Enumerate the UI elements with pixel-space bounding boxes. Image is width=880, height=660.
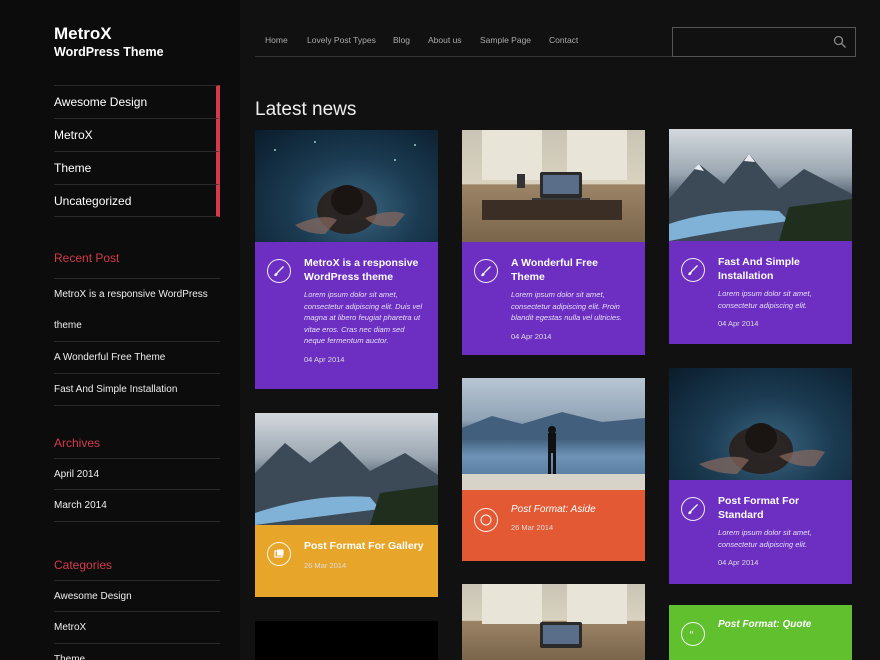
post-card-body: MetroX is a responsive WordPress theme L… (255, 242, 438, 389)
post-card[interactable]: Post Format For Standard Lorem ipsum dol… (669, 368, 852, 584)
post-card-body: Post Format For Standard Lorem ipsum dol… (669, 480, 852, 584)
brush-icon (681, 497, 705, 521)
post-card[interactable]: Fast And Simple Installation Lorem ipsum… (669, 129, 852, 344)
search-box (672, 27, 856, 57)
brush-icon (474, 259, 498, 283)
post-date: 26 Mar 2014 (304, 561, 347, 570)
brush-icon (681, 258, 705, 282)
post-card[interactable]: Post Format For Gallery 26 Mar 2014 (255, 413, 438, 597)
category-link[interactable]: Awesome Design (54, 580, 220, 612)
post-title[interactable]: Post Format: Aside (511, 504, 633, 515)
archive-link[interactable]: April 2014 (54, 458, 220, 490)
category-link[interactable]: MetroX (54, 612, 220, 644)
post-thumbnail[interactable] (255, 130, 438, 242)
post-date: 04 Apr 2014 (718, 558, 759, 567)
category-nav-item-uncategorized[interactable]: Uncategorized (54, 184, 220, 217)
recent-post-link[interactable]: Fast And Simple Installation (54, 374, 220, 406)
archives-widget: Archives April 2014 March 2014 (54, 431, 220, 522)
category-nav-item-awesome-design[interactable]: Awesome Design (54, 85, 220, 118)
post-card[interactable] (255, 621, 438, 660)
post-thumbnail[interactable] (462, 130, 645, 242)
post-date: 04 Apr 2014 (511, 331, 552, 341)
archives-title: Archives (54, 436, 101, 450)
post-card-body: “ Post Format: Quote (669, 605, 852, 660)
post-title[interactable]: Fast And Simple Installation (718, 255, 840, 283)
svg-text:“: “ (689, 630, 694, 640)
post-excerpt: Lorem ipsum dolor sit amet, consectetur … (718, 528, 812, 549)
post-thumbnail[interactable] (462, 378, 645, 490)
post-card-body: A Wonderful Free Theme Lorem ipsum dolor… (462, 242, 645, 355)
post-card-body: Post Format: Aside 26 Mar 2014 (462, 490, 645, 561)
post-date: 04 Apr 2014 (304, 354, 345, 364)
post-card[interactable]: Post Format: Aside 26 Mar 2014 (462, 378, 645, 561)
post-thumbnail[interactable] (669, 368, 852, 480)
category-nav-item-theme[interactable]: Theme (54, 151, 220, 184)
post-title[interactable]: MetroX is a responsive WordPress theme (304, 256, 426, 284)
recent-post-link[interactable]: theme (54, 309, 220, 342)
brush-icon (267, 259, 291, 283)
post-card-body: Post Format For Gallery 26 Mar 2014 (255, 525, 438, 597)
post-title[interactable]: Post Format For Standard (718, 494, 840, 522)
post-thumbnail[interactable] (462, 584, 645, 660)
search-icon[interactable] (833, 35, 847, 49)
nav-link-blog[interactable]: Blog (393, 35, 410, 45)
category-nav-item-metrox[interactable]: MetroX (54, 118, 220, 151)
nav-link-sample-page[interactable]: Sample Page (480, 35, 531, 45)
recent-post-widget: Recent Post MetroX is a responsive WordP… (54, 246, 220, 406)
site-title[interactable]: MetroX (54, 24, 164, 44)
sidebar: MetroX WordPress Theme Awesome Design Me… (0, 0, 240, 660)
category-nav: Awesome Design MetroX Theme Uncategorize… (54, 85, 220, 217)
nav-link-contact[interactable]: Contact (549, 35, 578, 45)
post-card[interactable]: MetroX is a responsive WordPress theme L… (255, 130, 438, 389)
post-title[interactable]: A Wonderful Free Theme (511, 256, 633, 284)
quote-icon: “ (681, 622, 705, 646)
search-input[interactable] (673, 28, 823, 56)
recent-post-link[interactable]: A Wonderful Free Theme (54, 342, 220, 374)
categories-widget: Categories Awesome Design MetroX Theme (54, 553, 220, 660)
post-date: 26 Mar 2014 (511, 523, 554, 532)
category-link[interactable]: Theme (54, 644, 220, 660)
post-excerpt: Lorem ipsum dolor sit amet, consectetur … (718, 289, 812, 310)
post-thumbnail[interactable] (255, 413, 438, 525)
gallery-icon (267, 542, 291, 566)
nav-link-lovely-post-types[interactable]: Lovely Post Types (307, 35, 376, 45)
post-card[interactable]: “ Post Format: Quote (669, 605, 852, 660)
site-logo[interactable]: MetroX WordPress Theme (54, 24, 164, 60)
categories-title: Categories (54, 558, 113, 572)
section-title: Latest news (255, 99, 357, 120)
nav-link-about-us[interactable]: About us (428, 35, 462, 45)
post-card[interactable]: A Wonderful Free Theme Lorem ipsum dolor… (462, 130, 645, 355)
archive-link[interactable]: March 2014 (54, 490, 220, 522)
post-excerpt: Lorem ipsum dolor sit amet, consectetur … (511, 290, 623, 322)
site-subtitle: WordPress Theme (54, 45, 164, 59)
aside-icon (474, 508, 498, 532)
post-title[interactable]: Post Format For Gallery (304, 539, 426, 553)
post-excerpt: Lorem ipsum dolor sit amet, consectetur … (304, 290, 423, 345)
recent-post-title: Recent Post (54, 251, 120, 265)
post-card[interactable] (462, 584, 645, 660)
recent-post-link[interactable]: MetroX is a responsive WordPress (54, 278, 220, 309)
post-title[interactable]: Post Format: Quote (718, 619, 840, 630)
nav-link-home[interactable]: Home (265, 35, 288, 45)
post-card-body: Fast And Simple Installation Lorem ipsum… (669, 241, 852, 344)
post-date: 04 Apr 2014 (718, 319, 759, 328)
post-thumbnail[interactable] (669, 129, 852, 241)
